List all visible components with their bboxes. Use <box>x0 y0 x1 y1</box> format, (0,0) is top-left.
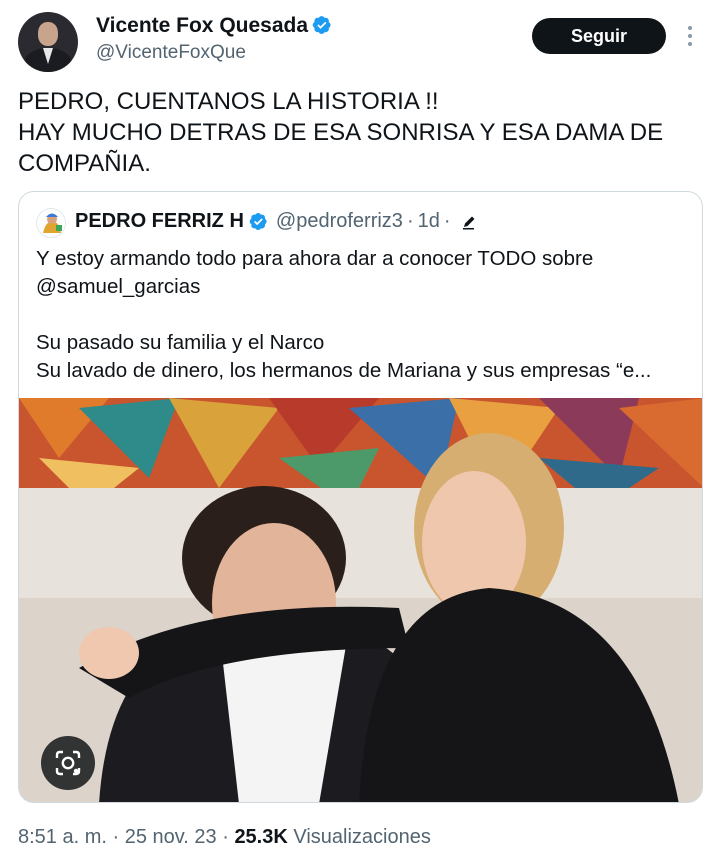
quoted-tweet[interactable]: PEDRO FERRIZ H @pedroferriz3 · 1d · Y es… <box>18 191 703 803</box>
separator-dot: · <box>406 210 414 232</box>
quoted-text: Y estoy armando todo para ahora dar a co… <box>36 245 696 385</box>
author-name[interactable]: Vicente Fox Quesada <box>96 14 332 38</box>
google-lens-icon[interactable] <box>41 736 95 790</box>
quoted-photo[interactable] <box>19 398 702 802</box>
quoted-line[interactable]: @samuel_garcias <box>36 273 696 301</box>
verified-badge-icon <box>249 213 267 230</box>
author-name-text[interactable]: Vicente Fox Quesada <box>96 14 308 37</box>
tweet-date[interactable]: 25 nov. 23 <box>125 826 217 848</box>
quoted-header: PEDRO FERRIZ H @pedroferriz3 · 1d · <box>75 210 477 233</box>
couple-photo-illustration <box>19 398 702 802</box>
author-avatar[interactable] <box>18 12 78 72</box>
tweet-line: PEDRO, CUENTANOS LA HISTORIA !! <box>18 88 439 115</box>
tweet-text: PEDRO, CUENTANOS LA HISTORIA !! HAY MUCH… <box>18 86 708 179</box>
views-count: 25.3K <box>234 826 288 848</box>
tweet-time[interactable]: 8:51 a. m. <box>18 826 107 848</box>
verified-badge-icon <box>312 16 331 34</box>
quoted-author-name[interactable]: PEDRO FERRIZ H <box>75 210 244 233</box>
quoted-time[interactable]: 1d <box>418 210 440 233</box>
tweet-line: COMPAÑIA. <box>18 150 151 177</box>
separator-dot: · <box>222 826 235 848</box>
quoted-line: Su pasado su familia y el Narco <box>36 331 325 354</box>
quoted-line: Y estoy armando todo para ahora dar a co… <box>36 247 594 270</box>
author-handle[interactable]: @VicenteFoxQue <box>96 42 246 64</box>
views-label: Visualizaciones <box>293 826 431 848</box>
tweet-meta: 8:51 a. m. · 25 nov. 23 · 25.3K Visualiz… <box>18 826 431 849</box>
separator-dot: · <box>112 826 125 848</box>
quoted-author-avatar[interactable] <box>36 208 66 238</box>
more-options-icon[interactable] <box>682 22 698 50</box>
quoted-author-handle[interactable]: @pedroferriz3 <box>276 210 403 233</box>
quoted-line: Su lavado de dinero, los hermanos de Mar… <box>36 359 652 382</box>
edit-pencil-icon <box>462 216 475 229</box>
follow-button[interactable]: Seguir <box>532 18 666 54</box>
separator-dot: · <box>443 210 451 232</box>
tweet-line: HAY MUCHO DETRAS DE ESA SONRISA Y ESA DA… <box>18 119 664 146</box>
